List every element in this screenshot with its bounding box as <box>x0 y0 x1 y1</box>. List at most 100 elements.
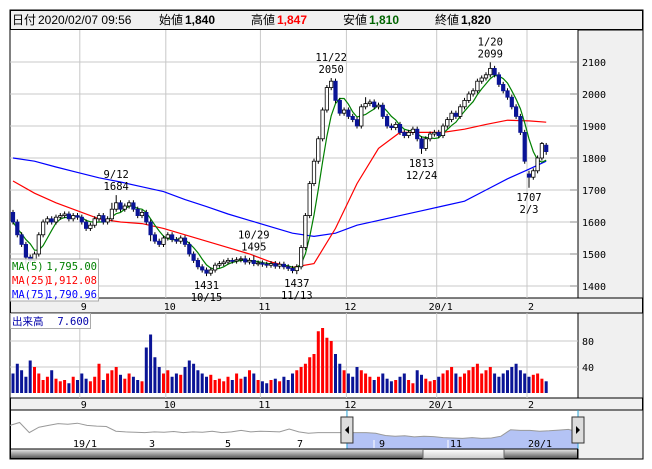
candlestick[interactable] <box>41 219 46 238</box>
candlestick[interactable] <box>320 107 325 142</box>
candle-body-up <box>531 170 536 178</box>
volume-bar <box>106 373 110 393</box>
navigator-left-handle[interactable] <box>340 416 354 444</box>
volume-bar <box>385 378 389 393</box>
candle-body-up <box>466 93 471 101</box>
candle-body-down <box>509 96 514 108</box>
candle-body-up <box>268 263 274 266</box>
candlestick[interactable] <box>307 181 312 219</box>
candlestick[interactable] <box>458 104 463 119</box>
candlestick[interactable] <box>144 209 149 225</box>
candle-body-up <box>247 259 252 263</box>
candlestick[interactable] <box>303 213 308 251</box>
candle-body-down <box>19 234 24 245</box>
candle-body-up <box>535 157 540 172</box>
candlestick[interactable] <box>10 209 16 225</box>
volume-bar <box>325 337 329 393</box>
ma5-value: 1,795.00 <box>46 261 97 273</box>
annotation-bottom: 2050 <box>319 64 344 76</box>
candlestick[interactable] <box>415 126 420 142</box>
volume-bar <box>338 363 342 393</box>
range-navigator[interactable]: 19/1 3 5 7 9 11 20/1 <box>9 409 585 450</box>
candlestick[interactable] <box>298 245 304 270</box>
volume-bar <box>368 376 372 393</box>
candlestick[interactable] <box>440 123 446 139</box>
candle-body-down <box>337 100 342 114</box>
volume-bar <box>20 370 24 393</box>
volume-bar <box>136 380 140 393</box>
candlestick[interactable] <box>15 219 20 238</box>
volume-bar <box>63 380 67 393</box>
candle-body-up <box>316 138 321 162</box>
volume-bar <box>265 383 269 393</box>
price-tick-label: 2100 <box>582 58 606 69</box>
candlestick[interactable] <box>337 97 342 116</box>
candlestick[interactable] <box>384 113 390 129</box>
volume-bar <box>540 378 544 393</box>
ma75-label: MA(75) <box>12 289 50 301</box>
candlestick[interactable] <box>316 136 321 164</box>
volume-bar <box>351 376 355 393</box>
candle-body-down <box>230 259 235 262</box>
candle-body-up <box>307 183 312 217</box>
close-label: 終値 <box>435 12 459 27</box>
candle-body-down <box>195 259 200 268</box>
candle-body-up <box>225 259 231 263</box>
volume-bar <box>428 381 432 393</box>
volume-bar <box>209 374 213 393</box>
scrollbar-thumb[interactable] <box>422 449 505 459</box>
candlestick[interactable] <box>509 94 514 110</box>
candlestick[interactable] <box>535 155 540 174</box>
date-axis-1 <box>10 297 643 314</box>
volume-bar <box>450 367 454 393</box>
candle-body-up <box>475 80 480 92</box>
candlestick[interactable] <box>539 142 545 161</box>
candlestick[interactable] <box>19 232 24 247</box>
volume-bar <box>278 381 282 393</box>
high-label: 高値 <box>251 12 275 27</box>
candlestick[interactable] <box>333 78 338 103</box>
volume-bar <box>437 376 441 393</box>
navigator-right-handle[interactable] <box>571 416 585 444</box>
candlestick[interactable] <box>311 158 317 187</box>
candle-body-up <box>423 138 428 149</box>
candlestick[interactable] <box>423 136 428 151</box>
candle-body-up <box>458 106 463 117</box>
annotation-top: 1431 <box>194 280 219 292</box>
volume-bar <box>127 373 131 393</box>
candle-body-up <box>212 264 218 271</box>
volume-bar <box>527 376 531 393</box>
candlestick[interactable] <box>380 102 385 119</box>
candle-body-down <box>496 74 502 85</box>
candlestick[interactable] <box>187 241 192 257</box>
date-tick-label: 2 <box>528 302 534 313</box>
annotation-top: 9/12 <box>104 169 129 181</box>
candle-body-down <box>75 215 80 218</box>
candlestick[interactable] <box>359 104 364 129</box>
candlestick[interactable] <box>324 85 330 113</box>
volume-bar <box>506 370 509 393</box>
volume-bar <box>157 367 161 393</box>
annotation-bottom: 1684 <box>104 181 129 193</box>
volume-bar <box>420 374 423 393</box>
candle-body-up <box>449 112 454 120</box>
volume-bar <box>501 373 505 393</box>
candle-body-down <box>66 213 71 220</box>
volume-bar <box>411 383 415 393</box>
candle-body-up <box>58 215 63 218</box>
candlestick[interactable] <box>36 232 41 257</box>
candlestick[interactable] <box>496 72 502 87</box>
candlestick[interactable] <box>475 78 480 94</box>
candlestick[interactable] <box>522 129 527 164</box>
volume-bar <box>329 341 333 393</box>
volume-tick-label: 40 <box>582 363 594 374</box>
volume-bar <box>480 373 484 393</box>
date-tick-label: 11 <box>258 302 270 313</box>
volume-bar <box>286 380 290 393</box>
candle-body-down <box>402 131 407 136</box>
navigator-scrollbar[interactable] <box>10 448 578 459</box>
candle-body-up <box>238 258 243 261</box>
volume-bar <box>441 373 445 393</box>
candlestick[interactable] <box>514 104 519 119</box>
candlestick[interactable] <box>518 113 523 135</box>
